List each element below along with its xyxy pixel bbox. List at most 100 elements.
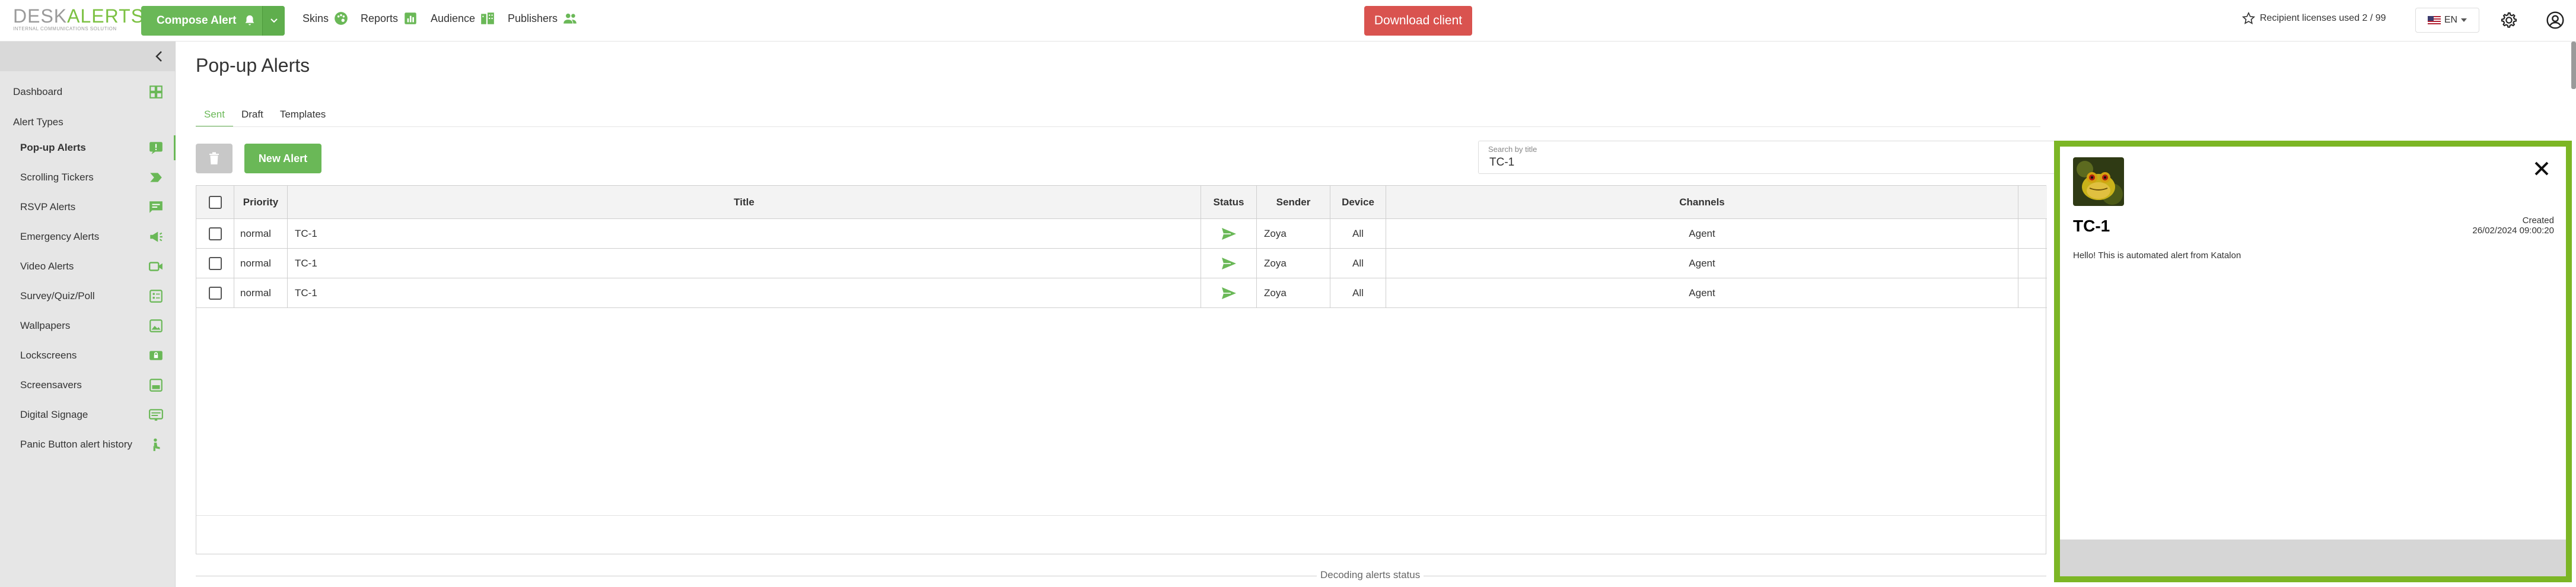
- user-account-icon[interactable]: [2546, 11, 2565, 30]
- sent-icon: [1221, 227, 1236, 240]
- row-select-cell: [196, 219, 234, 248]
- alerts-table: Priority Title Status Sender Device Chan…: [196, 185, 2047, 554]
- ticker-icon: [150, 173, 162, 182]
- recipient-licenses[interactable]: Recipient licenses used 2 / 99: [2242, 12, 2386, 25]
- table-row[interactable]: normal TC-1 Zoya All Agent: [196, 278, 2047, 308]
- sidebar-item-video-alerts[interactable]: Video Alerts: [0, 254, 176, 279]
- tab-sent[interactable]: Sent: [196, 106, 233, 127]
- page-scrollbar[interactable]: [2571, 42, 2576, 89]
- sidebar-item-label: Pop-up Alerts: [20, 142, 86, 153]
- row-select-cell: [196, 278, 234, 307]
- sidebar-section-heading: Alert Types: [13, 116, 63, 128]
- compose-alert-button[interactable]: Compose Alert: [141, 6, 285, 36]
- column-sender[interactable]: Sender: [1257, 186, 1330, 218]
- alert-popup-preview: TC-1 Created 26/02/2024 09:00:20 Hello! …: [2054, 141, 2572, 582]
- sidebar-item-panic-button-history[interactable]: Panic Button alert history: [0, 432, 176, 457]
- sidebar-item-label: Scrolling Tickers: [20, 172, 94, 183]
- sidebar-item-label: Video Alerts: [20, 261, 74, 272]
- tab-templates[interactable]: Templates: [272, 106, 334, 127]
- table-footer-divider: [196, 515, 2047, 516]
- popup-title: TC-1: [2073, 217, 2110, 235]
- popup-footer: [2060, 540, 2566, 576]
- search-input[interactable]: [1488, 156, 2022, 170]
- survey-icon: [149, 290, 163, 303]
- sidebar-item-scrolling-tickers[interactable]: Scrolling Tickers: [0, 165, 176, 190]
- search-by-title[interactable]: Search by title: [1478, 141, 2059, 174]
- nav-skins[interactable]: Skins: [303, 11, 349, 26]
- chevron-left-icon: [155, 51, 162, 62]
- tabs-divider: [196, 126, 2040, 127]
- sidebar-item-label: Screensavers: [20, 379, 82, 391]
- logo-desk-text: DESK: [13, 5, 68, 27]
- screensaver-icon: [149, 379, 163, 392]
- sidebar-item-wallpapers[interactable]: Wallpapers: [0, 313, 176, 338]
- nav-reports[interactable]: Reports: [361, 11, 418, 26]
- rsvp-icon: [149, 201, 163, 213]
- sender-cell: Zoya: [1257, 219, 1330, 248]
- new-alert-button[interactable]: New Alert: [244, 144, 321, 173]
- row-checkbox[interactable]: [208, 256, 222, 270]
- nav-publishers[interactable]: Publishers: [508, 11, 578, 26]
- logo-tagline: INTERNAL COMMUNICATIONS SOLUTION: [13, 26, 117, 31]
- column-title[interactable]: Title: [288, 186, 1201, 218]
- tab-draft[interactable]: Draft: [233, 106, 272, 127]
- deskalerts-logo[interactable]: DESKALERTS INTERNAL COMMUNICATIONS SOLUT…: [13, 6, 144, 31]
- sidebar-item-label: Wallpapers: [20, 320, 71, 331]
- compose-dropdown-toggle[interactable]: [262, 6, 285, 36]
- device-cell: All: [1330, 278, 1386, 307]
- column-device[interactable]: Device: [1330, 186, 1386, 218]
- language-selector[interactable]: EN: [2415, 8, 2479, 33]
- search-label: Search by title: [1488, 145, 1537, 154]
- table-row[interactable]: normal TC-1 Zoya All Agent: [196, 249, 2047, 278]
- megaphone-icon: [150, 231, 163, 242]
- close-icon[interactable]: [2534, 161, 2549, 176]
- title-cell[interactable]: TC-1: [288, 219, 1201, 248]
- column-channels[interactable]: Channels: [1386, 186, 2018, 218]
- sidebar-item-rsvp-alerts[interactable]: RSVP Alerts: [0, 195, 176, 220]
- sidebar-item-label: Dashboard: [13, 86, 63, 97]
- sidebar-item-survey-quiz-poll[interactable]: Survey/Quiz/Poll: [0, 284, 176, 309]
- publishers-icon: [563, 13, 577, 24]
- title-cell[interactable]: TC-1: [288, 249, 1201, 278]
- download-client-button[interactable]: Download client: [1364, 6, 1472, 36]
- row-checkbox[interactable]: [208, 286, 222, 300]
- delete-button[interactable]: [196, 144, 233, 173]
- licenses-text: Recipient licenses used 2 / 99: [2260, 13, 2386, 23]
- gear-icon[interactable]: [2499, 11, 2518, 30]
- table-header: Priority Title Status Sender Device Chan…: [196, 186, 2047, 219]
- trash-icon: [209, 152, 219, 164]
- sidebar-item-digital-signage[interactable]: Digital Signage: [0, 402, 176, 427]
- audience-icon: [481, 12, 494, 24]
- sender-cell: Zoya: [1257, 249, 1330, 278]
- top-bar: DESKALERTS INTERNAL COMMUNICATIONS SOLUT…: [0, 0, 2576, 42]
- dashboard-icon: [149, 85, 163, 99]
- lockscreen-icon: [149, 351, 163, 360]
- sidebar-item-lockscreens[interactable]: Lockscreens: [0, 343, 176, 368]
- frog-image-icon: [2073, 157, 2124, 206]
- title-cell[interactable]: TC-1: [288, 278, 1201, 307]
- select-all-checkbox[interactable]: [208, 195, 222, 209]
- decoding-status-panel: Decoding alerts status: [196, 569, 2046, 587]
- priority-cell: normal: [234, 249, 288, 278]
- channels-cell: Agent: [1386, 278, 2018, 307]
- column-priority[interactable]: Priority: [234, 186, 288, 218]
- nav-audience[interactable]: Audience: [431, 11, 495, 26]
- column-status[interactable]: Status: [1201, 186, 1257, 218]
- priority-cell: normal: [234, 278, 288, 307]
- sidebar-item-dashboard[interactable]: Dashboard: [0, 80, 176, 104]
- table-row[interactable]: normal TC-1 Zoya All Agent: [196, 219, 2047, 249]
- sidebar-item-popup-alerts[interactable]: Pop-up Alerts: [0, 135, 176, 160]
- sidebar-collapse-button[interactable]: [0, 42, 175, 71]
- video-icon: [148, 262, 163, 271]
- sidebar-item-emergency-alerts[interactable]: Emergency Alerts: [0, 224, 176, 249]
- priority-cell: normal: [234, 219, 288, 248]
- us-flag-icon: [2427, 16, 2441, 24]
- caret-down-icon: [2461, 18, 2467, 22]
- sidebar-item-screensavers[interactable]: Screensavers: [0, 373, 176, 398]
- status-cell: [1201, 249, 1257, 278]
- page-title: Pop-up Alerts: [196, 55, 310, 76]
- nav-skins-label: Skins: [303, 12, 329, 24]
- row-checkbox[interactable]: [208, 227, 222, 240]
- popup-created-label: Created: [2522, 215, 2554, 226]
- chevron-down-icon: [270, 18, 278, 23]
